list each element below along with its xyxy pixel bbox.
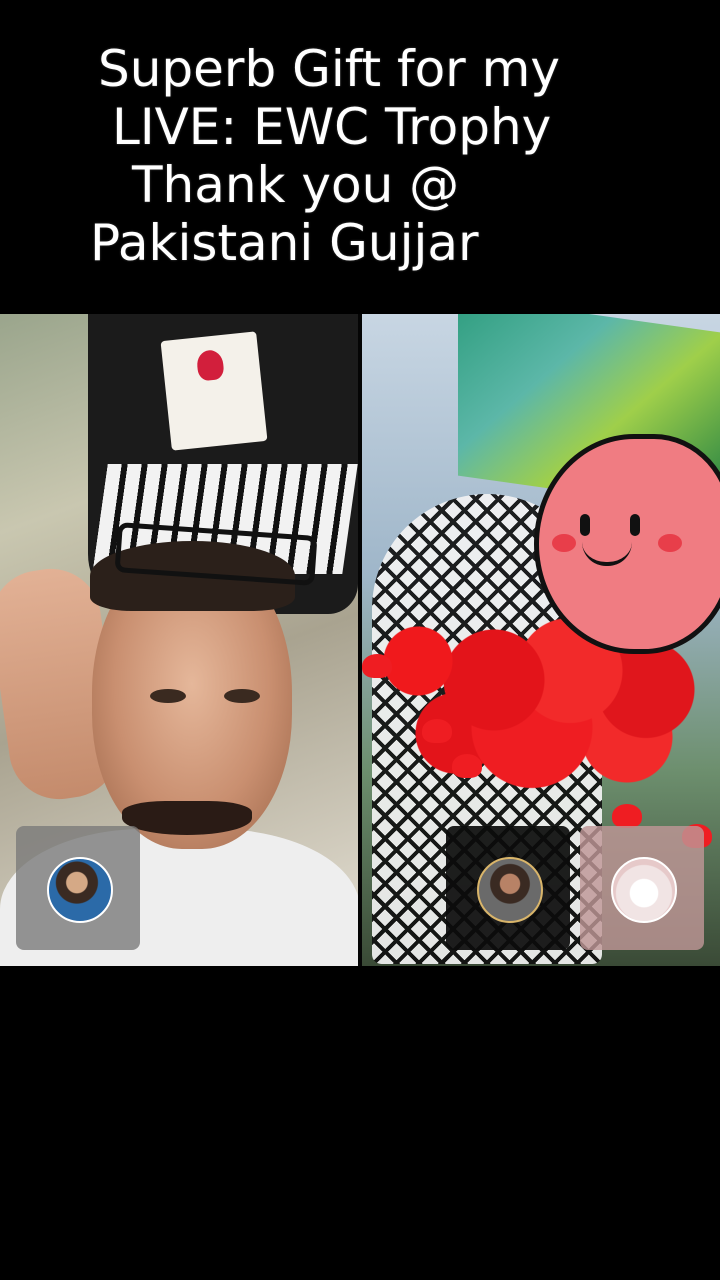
host-eye-right (224, 689, 260, 703)
floating-heart-icon (452, 754, 482, 778)
heart-blush-right (658, 534, 682, 552)
heart-character-icon (534, 434, 720, 654)
rose-logo-icon (195, 348, 225, 382)
guest-tile-3[interactable] (580, 826, 704, 950)
caption-line-2: LIVE: EWC Trophy (112, 98, 552, 156)
guest-avatar-1 (47, 857, 113, 923)
guest-avatar-3 (611, 857, 677, 923)
caption-line-1: Superb Gift for my (98, 40, 560, 98)
floating-heart-icon (362, 654, 392, 678)
floating-heart-icon (612, 804, 642, 828)
guest-tile-2[interactable] (446, 826, 570, 950)
heart-eye-right (630, 514, 640, 536)
host-moustache (122, 801, 252, 835)
heart-blush-left (552, 534, 576, 552)
product-label (160, 331, 268, 451)
floating-heart-icon (422, 719, 452, 743)
guest-tile-1[interactable] (16, 826, 140, 950)
host-eye-left (150, 689, 186, 703)
caption-line-3: Thank you @ (132, 156, 460, 214)
caption-line-4: Pakistani Gujjar (90, 214, 479, 272)
caption-overlay: Superb Gift for my LIVE: EWC Trophy Than… (0, 36, 720, 286)
guest-avatar-2 (477, 857, 543, 923)
heart-eye-left (580, 514, 590, 536)
